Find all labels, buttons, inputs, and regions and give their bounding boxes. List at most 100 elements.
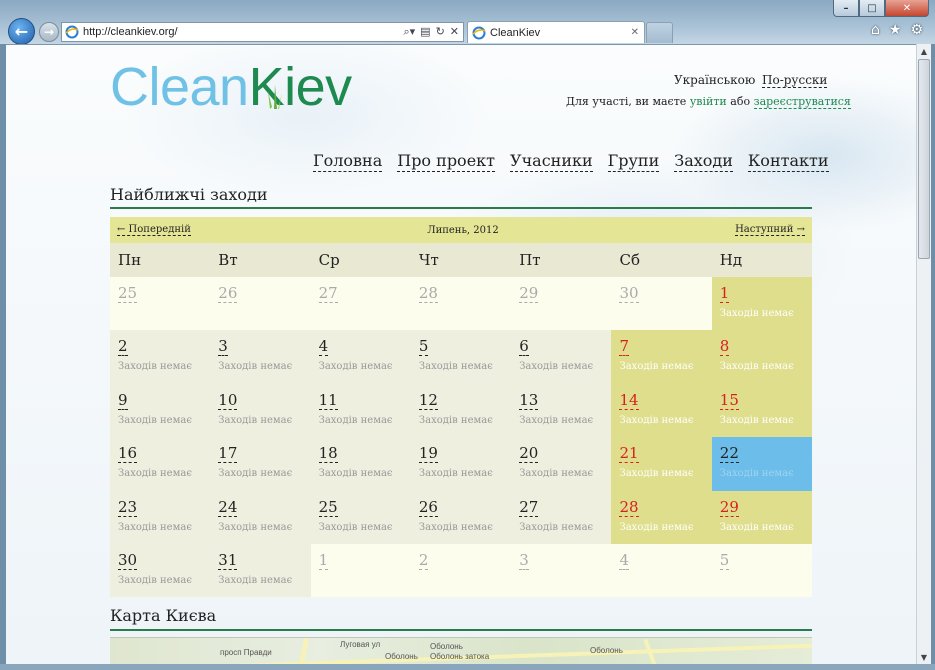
day-number-link[interactable]: 24 (218, 498, 238, 517)
calendar-day[interactable]: 19 Заходів немає (410, 437, 512, 491)
day-number-link[interactable]: 3 (218, 338, 228, 357)
new-tab-button[interactable] (646, 22, 673, 43)
day-number-link[interactable]: 28 (619, 498, 639, 517)
day-number-link[interactable]: 2 (118, 338, 128, 357)
calendar-day[interactable]: 11 Заходів немає (310, 383, 411, 438)
calendar-day[interactable]: 6 Заходів немає (511, 330, 612, 384)
tab-cleankiev[interactable]: CleanKiev ✕ (467, 21, 645, 43)
day-number-link[interactable]: 16 (118, 445, 138, 464)
day-number-link[interactable]: 23 (118, 498, 138, 517)
close-tab-icon[interactable]: ✕ (631, 27, 639, 38)
nav-contacts[interactable]: Контакти (747, 151, 829, 172)
day-number-link[interactable]: 6 (519, 338, 529, 357)
close-window-button[interactable]: ✕ (885, 0, 929, 17)
compat-view-icon[interactable]: ▤ (420, 25, 430, 39)
calendar-day[interactable]: 14 Заходів немає (611, 383, 712, 438)
day-number-link[interactable]: 14 (619, 391, 639, 410)
calendar-day[interactable]: 23 Заходів немає (110, 490, 211, 544)
calendar-day[interactable]: 10 Заходів немає (210, 383, 311, 438)
nav-groups[interactable]: Групи (607, 151, 660, 172)
day-number-link[interactable]: 10 (218, 391, 238, 410)
calendar-day[interactable]: 26 Заходів немає (410, 490, 512, 544)
favorites-star-icon[interactable]: ★ (889, 22, 902, 38)
nav-participants[interactable]: Учасники (510, 151, 593, 172)
minimize-button[interactable]: – (833, 0, 859, 17)
calendar-day[interactable]: 21 Заходів немає (611, 437, 712, 491)
vertical-scrollbar[interactable]: ▲ ▼ (916, 44, 931, 664)
calendar-day-today[interactable]: 22 Заходів немає (711, 437, 813, 491)
calendar-day[interactable]: 29 (511, 277, 612, 331)
day-number-link[interactable]: 29 (519, 285, 539, 303)
day-number-link[interactable]: 19 (418, 445, 438, 464)
day-number-link[interactable]: 18 (318, 445, 338, 464)
refresh-icon[interactable]: ↻ (436, 25, 445, 39)
calendar-day[interactable]: 27 (310, 277, 411, 331)
calendar-day[interactable]: 29 Заходів немає (711, 490, 813, 544)
day-number-link[interactable]: 20 (519, 445, 539, 464)
maximize-button[interactable]: □ (859, 0, 885, 17)
day-number-link[interactable]: 21 (619, 445, 639, 464)
calendar-day[interactable]: 5 Заходів немає (410, 330, 512, 384)
home-icon[interactable]: ⌂ (871, 22, 880, 38)
day-number-link[interactable]: 30 (619, 285, 639, 303)
day-number-link[interactable]: 25 (318, 498, 338, 517)
calendar-day[interactable]: 16 Заходів немає (110, 437, 211, 491)
lang-ukrainian-link[interactable]: Українською (674, 73, 755, 87)
day-number-link[interactable]: 4 (318, 338, 329, 357)
calendar-day[interactable]: 9 Заходів немає (110, 383, 211, 438)
day-number-link[interactable]: 22 (719, 445, 739, 464)
day-number-link[interactable]: 27 (318, 285, 338, 303)
prev-month-link[interactable]: ← Попередній (117, 224, 191, 236)
day-number-link[interactable]: 26 (218, 285, 238, 303)
day-number-link[interactable]: 25 (118, 285, 138, 303)
url-text[interactable]: http://cleankiev.org/ (83, 26, 403, 38)
calendar-day[interactable]: 1 (310, 543, 411, 598)
calendar-day[interactable]: 17 Заходів немає (210, 437, 311, 491)
calendar-day[interactable]: 30 (611, 277, 712, 331)
site-logo[interactable]: CleanKiev (110, 58, 352, 116)
calendar-day[interactable]: 1 Заходів немає (711, 277, 813, 331)
calendar-day[interactable]: 4 Заходів немає (310, 330, 411, 384)
nav-about[interactable]: Про проект (397, 151, 496, 172)
calendar-day[interactable]: 3 Заходів немає (210, 330, 311, 384)
day-number-link[interactable]: 13 (519, 391, 539, 410)
stop-icon[interactable]: ✕ (450, 25, 459, 39)
day-number-link[interactable]: 1 (719, 285, 730, 303)
calendar-day[interactable]: 12 Заходів немає (410, 383, 512, 438)
day-number-link[interactable]: 2 (418, 551, 429, 570)
calendar-day[interactable]: 7 Заходів немає (611, 330, 712, 384)
login-link[interactable]: увійти (690, 95, 727, 108)
calendar-day[interactable]: 4 (611, 543, 712, 598)
day-number-link[interactable]: 17 (218, 445, 238, 464)
back-arrow-icon[interactable]: ← (8, 18, 35, 45)
day-number-link[interactable]: 29 (719, 498, 739, 517)
day-number-link[interactable]: 5 (719, 551, 730, 570)
day-number-link[interactable]: 31 (218, 551, 238, 570)
day-number-link[interactable]: 30 (118, 551, 138, 570)
day-number-link[interactable]: 7 (619, 338, 630, 357)
calendar-day[interactable]: 2 (410, 543, 512, 598)
day-number-link[interactable]: 28 (418, 285, 438, 303)
next-month-link[interactable]: Наступний → (735, 224, 805, 236)
day-number-link[interactable]: 3 (519, 551, 529, 570)
calendar-day[interactable]: 15 Заходів немає (711, 383, 813, 438)
day-number-link[interactable]: 5 (418, 338, 429, 357)
day-number-link[interactable]: 26 (418, 498, 438, 517)
calendar-day[interactable]: 28 Заходів немає (611, 490, 712, 544)
nav-home[interactable]: Головна (313, 151, 383, 172)
kyiv-map[interactable]: просп Правди Луговая ул Оболонь Оболонь … (110, 637, 812, 664)
calendar-day[interactable]: 27 Заходів немає (511, 490, 612, 544)
settings-gear-icon[interactable]: ⚙ (910, 22, 923, 38)
calendar-day[interactable]: 26 (210, 277, 311, 331)
calendar-day[interactable]: 25 Заходів немає (310, 490, 411, 544)
day-number-link[interactable]: 1 (318, 551, 329, 570)
search-dropdown-icon[interactable]: ⌕▾ (403, 25, 415, 39)
calendar-day[interactable]: 8 Заходів немає (711, 330, 813, 384)
calendar-day[interactable]: 28 (410, 277, 512, 331)
day-number-link[interactable]: 8 (719, 338, 730, 357)
day-number-link[interactable]: 12 (418, 391, 438, 410)
register-link[interactable]: зареєструватися (753, 95, 851, 109)
calendar-day[interactable]: 13 Заходів немає (511, 383, 612, 438)
calendar-day[interactable]: 5 (711, 543, 813, 598)
scroll-down-icon[interactable]: ▼ (917, 650, 931, 664)
